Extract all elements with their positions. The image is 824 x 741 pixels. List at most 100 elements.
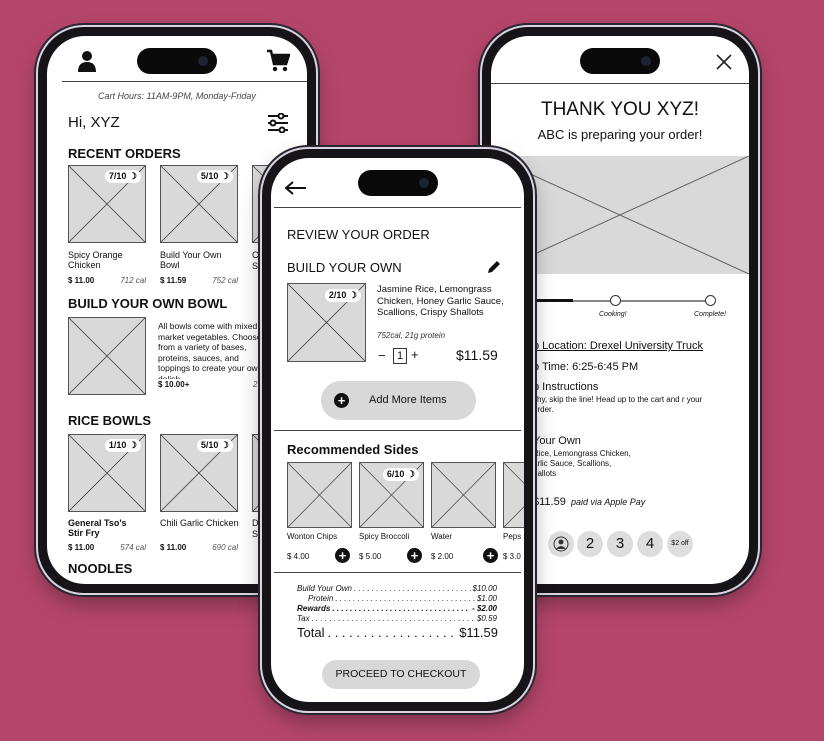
side-4-image[interactable] bbox=[503, 462, 524, 528]
rice-item-1-image[interactable]: 1/10 ☽ bbox=[68, 434, 146, 512]
recent-item-2-image[interactable]: 5/10 ☽ bbox=[160, 165, 238, 243]
recent-item-1-name: Spicy Orange Chicken bbox=[68, 250, 123, 270]
summary-value: $0.59 bbox=[476, 614, 497, 623]
side-3-add-button[interactable]: + bbox=[483, 548, 498, 563]
side-4-name: Peps bbox=[503, 532, 522, 541]
reward-step-2: 2 bbox=[577, 531, 603, 557]
summary-divider bbox=[274, 572, 521, 573]
header-divider bbox=[274, 207, 521, 208]
byo-extra: 2 bbox=[253, 380, 258, 389]
phone-review-order: REVIEW YOUR ORDER BUILD YOUR OWN 2/10 ☽ … bbox=[262, 149, 533, 711]
paid-amount: $11.59 bbox=[533, 496, 566, 508]
rice-item-1-cal: 574 cal bbox=[120, 543, 146, 552]
rating-badge: 5/10 ☽ bbox=[196, 170, 233, 183]
side-1-add-button[interactable]: + bbox=[335, 548, 350, 563]
rice-bowls-title: RICE BOWLS bbox=[68, 413, 152, 428]
dynamic-island bbox=[137, 48, 217, 74]
pickup-location[interactable]: p Location: Drexel University Truck bbox=[533, 340, 703, 352]
pickup-time: p Time: 6:25-6:45 PM bbox=[533, 361, 639, 373]
side-1-name: Wonton Chips bbox=[287, 532, 338, 541]
summary-label: Build Your Own bbox=[297, 584, 352, 593]
instructions-title: p Instructions bbox=[533, 381, 599, 393]
side-4-price: $ 3.0 bbox=[503, 552, 521, 561]
rating-badge: 2/10 ☽ bbox=[324, 289, 361, 302]
recent-item-2-name: Build Your Own Bowl bbox=[160, 250, 222, 270]
add-more-label: Add More Items bbox=[369, 394, 447, 406]
noodles-title: NOODLES bbox=[68, 561, 133, 576]
rating-badge: 6/10 ☽ bbox=[382, 468, 419, 481]
summary-dots: . . . . . . . . . . . . . . . . . . . . … bbox=[311, 614, 475, 623]
side-1-image[interactable] bbox=[287, 462, 352, 528]
instructions-body: shy, skip the line! Head up to the cart … bbox=[533, 395, 703, 414]
rice-item-1-name: General Tso's Stir Fry bbox=[68, 518, 127, 538]
close-icon[interactable] bbox=[716, 54, 732, 70]
side-2-image[interactable]: 6/10 ☽ bbox=[359, 462, 424, 528]
byo-description: All bowls come with mixed market vegetab… bbox=[158, 321, 263, 379]
preparing-text: ABC is preparing your order! bbox=[537, 127, 703, 142]
summary-value: $1.00 bbox=[476, 594, 497, 603]
rating-badge: 7/10 ☽ bbox=[104, 170, 141, 183]
reward-step-3: 3 bbox=[607, 531, 633, 557]
header-divider bbox=[491, 83, 749, 84]
checkout-label: PROCEED TO CHECKOUT bbox=[335, 668, 467, 680]
stage-complete-label: Complete! bbox=[694, 311, 726, 318]
total-row: Total . . . . . . . . . . . . . . . . . … bbox=[297, 625, 498, 640]
stage-dot-complete bbox=[705, 295, 716, 306]
recent-item-2-cal: 752 cal bbox=[212, 276, 238, 285]
summary-row-1: Build Your Own . . . . . . . . . . . . .… bbox=[297, 584, 497, 593]
back-arrow-icon[interactable] bbox=[285, 181, 307, 195]
dynamic-island bbox=[580, 48, 660, 74]
total-label: Total bbox=[297, 625, 325, 640]
byo-image[interactable] bbox=[68, 317, 146, 395]
summary-dots: . . . . . . . . . . . . . . . . . . . . … bbox=[335, 594, 475, 603]
section-divider bbox=[274, 430, 521, 431]
cart-hours: Cart Hours: 11AM-9PM, Monday-Friday bbox=[98, 91, 256, 101]
summary-label: Protein bbox=[308, 594, 334, 603]
recent-item-1-image[interactable]: 7/10 ☽ bbox=[68, 165, 146, 243]
side-3-image[interactable] bbox=[431, 462, 496, 528]
reward-avatar-icon bbox=[548, 531, 574, 557]
byo-title: BUILD YOUR OWN BOWL bbox=[68, 296, 228, 311]
profile-icon[interactable] bbox=[77, 50, 97, 72]
total-value: $11.59 bbox=[459, 625, 498, 640]
reward-discount: $2 off bbox=[667, 531, 693, 557]
paid-via: paid via Apple Pay bbox=[571, 497, 646, 507]
qty-increase-button[interactable]: + bbox=[411, 347, 419, 362]
summary-dots: . . . . . . . . . . . . . . . . . . . . … bbox=[354, 584, 471, 593]
filter-icon[interactable] bbox=[267, 113, 289, 133]
rice-item-2-image[interactable]: 5/10 ☽ bbox=[160, 434, 238, 512]
add-more-items-button[interactable]: + Add More Items bbox=[321, 381, 476, 420]
summary-label: Rewards bbox=[297, 604, 331, 613]
item-image: 2/10 ☽ bbox=[287, 283, 366, 362]
proceed-to-checkout-button[interactable]: PROCEED TO CHECKOUT bbox=[322, 660, 480, 689]
item-nutrition: 752cal, 21g protein bbox=[377, 331, 446, 340]
review-title: REVIEW YOUR ORDER bbox=[287, 227, 430, 242]
side-2-price: $ 5.00 bbox=[359, 552, 382, 561]
item-title: BUILD YOUR OWN bbox=[287, 260, 402, 275]
summary-label: Tax bbox=[297, 614, 310, 623]
side-2-add-button[interactable]: + bbox=[407, 548, 422, 563]
summary-dots: . . . . . . . . . . . . . . . . . . . . … bbox=[332, 604, 470, 613]
side-3-name: Water bbox=[431, 532, 453, 541]
qty-decrease-button[interactable]: − bbox=[378, 348, 386, 363]
review-screen: REVIEW YOUR ORDER BUILD YOUR OWN 2/10 ☽ … bbox=[271, 158, 524, 702]
edit-pencil-icon[interactable] bbox=[486, 259, 502, 275]
recommended-title: Recommended Sides bbox=[287, 442, 419, 457]
greeting: Hi, XYZ bbox=[68, 114, 120, 131]
rice-item-2-cal: 690 cal bbox=[212, 543, 238, 552]
summary-row-2: Protein . . . . . . . . . . . . . . . . … bbox=[297, 594, 497, 603]
total-dots: . . . . . . . . . . . . . . . . . . . . … bbox=[327, 625, 456, 640]
side-3-price: $ 2.00 bbox=[431, 552, 454, 561]
item-price: $11.59 bbox=[456, 347, 498, 363]
thank-you-title: THANK YOU XYZ! bbox=[540, 99, 699, 120]
header-divider bbox=[62, 81, 307, 82]
qty-value[interactable]: 1 bbox=[393, 348, 407, 364]
stage-cooking-label: Cooking! bbox=[599, 311, 627, 318]
summary-value: - $2.00 bbox=[472, 604, 497, 613]
reward-step-4: 4 bbox=[637, 531, 663, 557]
recent-item-1-cal: 712 cal bbox=[120, 276, 146, 285]
stage-dot-cooking bbox=[610, 295, 621, 306]
rating-badge: 5/10 ☽ bbox=[196, 439, 233, 452]
summary-row-3: Rewards . . . . . . . . . . . . . . . . … bbox=[297, 604, 497, 613]
cart-icon[interactable] bbox=[266, 49, 290, 73]
